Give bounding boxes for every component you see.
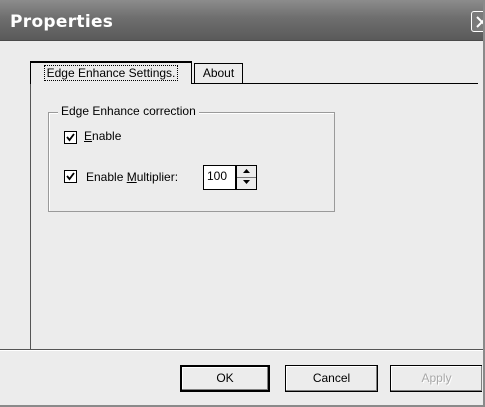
tab-edge-enhance-settings[interactable]: Edge Enhance Settings. [30,61,192,84]
tab-label: About [202,66,235,80]
close-button[interactable] [471,11,483,32]
title-bar[interactable]: Properties [0,0,483,41]
properties-dialog: Properties Edge Enhance Settings. About … [0,0,485,407]
cancel-button[interactable]: Cancel [285,365,378,392]
tab-about[interactable]: About [194,63,243,83]
apply-button[interactable]: Apply [390,365,482,392]
tab-label: Edge Enhance Settings. [43,65,179,81]
ok-button[interactable]: OK [180,365,270,392]
tab-panel [30,83,478,350]
window-title: Properties [10,12,114,32]
